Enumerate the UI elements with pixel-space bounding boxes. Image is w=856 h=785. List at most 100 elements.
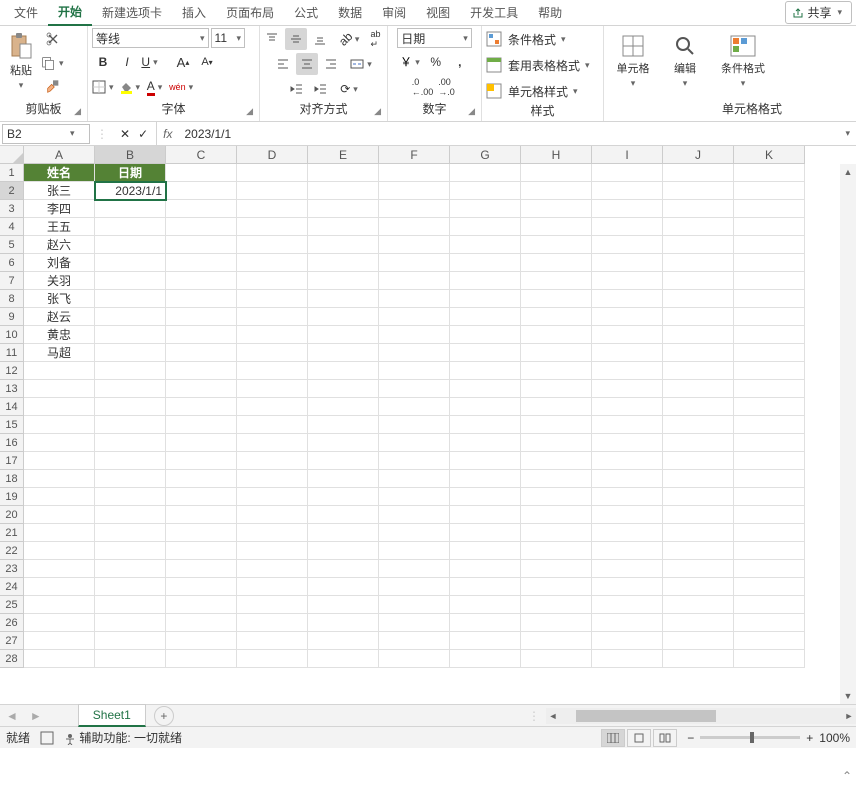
percent-button[interactable]: % [425,51,447,73]
cell-E17[interactable] [308,452,379,470]
cell-H25[interactable] [521,596,592,614]
cell-E24[interactable] [308,578,379,596]
cell-G3[interactable] [450,200,521,218]
cell-K14[interactable] [734,398,805,416]
row-head-4[interactable]: 4 [0,218,24,236]
cell-I5[interactable] [592,236,663,254]
cell-E19[interactable] [308,488,379,506]
cell-G20[interactable] [450,506,521,524]
copy-button[interactable]: ▾ [40,52,67,74]
cell-styles-button[interactable]: 单元格样式▾ [486,80,596,102]
align-right-button[interactable] [320,53,342,75]
cell-F2[interactable] [379,182,450,200]
cell-H22[interactable] [521,542,592,560]
cell-E25[interactable] [308,596,379,614]
cell-J12[interactable] [663,362,734,380]
cell-F5[interactable] [379,236,450,254]
cell-G16[interactable] [450,434,521,452]
cell-F23[interactable] [379,560,450,578]
cell-E27[interactable] [308,632,379,650]
number-format-combo[interactable]: ▾ [397,28,472,48]
cell-D18[interactable] [237,470,308,488]
cell-I4[interactable] [592,218,663,236]
cell-D6[interactable] [237,254,308,272]
row-head-2[interactable]: 2 [0,182,24,200]
cell-E4[interactable] [308,218,379,236]
row-head-18[interactable]: 18 [0,470,24,488]
cell-E7[interactable] [308,272,379,290]
cell-C2[interactable] [166,182,237,200]
cell-H14[interactable] [521,398,592,416]
cell-I9[interactable] [592,308,663,326]
cell-F11[interactable] [379,344,450,362]
cell-B24[interactable] [95,578,166,596]
expand-formula-icon[interactable]: ▾ [842,128,856,139]
cell-A26[interactable] [24,614,95,632]
cell-G22[interactable] [450,542,521,560]
row-head-1[interactable]: 1 [0,164,24,182]
orientation-button[interactable]: ab▾ [339,28,363,50]
cell-B22[interactable] [95,542,166,560]
cell-D21[interactable] [237,524,308,542]
cell-B26[interactable] [95,614,166,632]
comma-button[interactable]: , [449,51,471,73]
tab-file[interactable]: 文件 [4,0,48,25]
cell-G4[interactable] [450,218,521,236]
cell-D23[interactable] [237,560,308,578]
cell-K28[interactable] [734,650,805,668]
row-head-16[interactable]: 16 [0,434,24,452]
grow-font-button[interactable]: A▴ [172,51,194,73]
dialog-launcher-icon[interactable]: ◢ [246,106,253,117]
tab-data[interactable]: 数据 [328,0,372,25]
tab-formulas[interactable]: 公式 [284,0,328,25]
cell-H5[interactable] [521,236,592,254]
cell-I6[interactable] [592,254,663,272]
cell-H7[interactable] [521,272,592,290]
cell-A4[interactable]: 王五 [24,218,95,236]
tab-home[interactable]: 开始 [48,0,92,26]
col-head-F[interactable]: F [379,146,450,164]
cell-H8[interactable] [521,290,592,308]
font-color-button[interactable]: A▾ [145,76,167,98]
cell-J27[interactable] [663,632,734,650]
cell-D15[interactable] [237,416,308,434]
cell-F8[interactable] [379,290,450,308]
cell-C11[interactable] [166,344,237,362]
cell-I2[interactable] [592,182,663,200]
grip-icon[interactable]: ⋮ [522,709,546,723]
cancel-icon[interactable]: ✕ [120,127,130,141]
cell-I20[interactable] [592,506,663,524]
cell-J8[interactable] [663,290,734,308]
cell-D2[interactable] [237,182,308,200]
cell-J6[interactable] [663,254,734,272]
cell-K15[interactable] [734,416,805,434]
add-sheet-button[interactable]: + [154,706,174,726]
wrap-text-button[interactable]: ab↵ [364,28,386,50]
cell-H17[interactable] [521,452,592,470]
cell-B6[interactable] [95,254,166,272]
cell-A16[interactable] [24,434,95,452]
scroll-down-icon[interactable]: ▼ [840,688,856,704]
cell-I26[interactable] [592,614,663,632]
cell-E2[interactable] [308,182,379,200]
tab-layout[interactable]: 页面布局 [216,0,284,25]
cell-I14[interactable] [592,398,663,416]
scroll-right-icon[interactable]: ► [842,708,856,724]
cell-F27[interactable] [379,632,450,650]
row-head-19[interactable]: 19 [0,488,24,506]
cell-I28[interactable] [592,650,663,668]
cell-K5[interactable] [734,236,805,254]
cell-A6[interactable]: 刘备 [24,254,95,272]
cell-A21[interactable] [24,524,95,542]
inc-decimal-button[interactable]: .0←.00 [412,76,434,98]
page-break-button[interactable] [653,729,677,747]
cell-F13[interactable] [379,380,450,398]
cell-J1[interactable] [663,164,734,182]
row-head-12[interactable]: 12 [0,362,24,380]
cell-D27[interactable] [237,632,308,650]
cell-C1[interactable] [166,164,237,182]
cond-format-big-button[interactable]: 条件格式▾ [718,28,768,94]
cell-H9[interactable] [521,308,592,326]
cell-D26[interactable] [237,614,308,632]
row-head-27[interactable]: 27 [0,632,24,650]
